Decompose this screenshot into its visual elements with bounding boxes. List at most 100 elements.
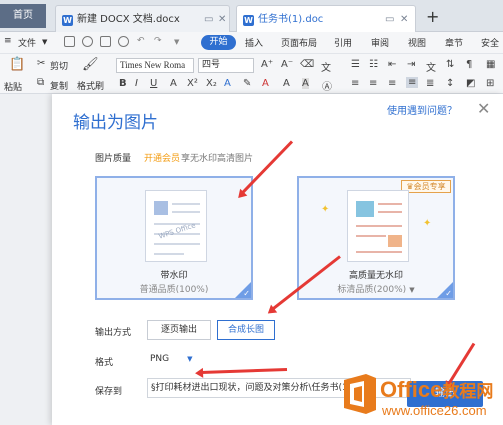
enclose-char-icon[interactable]: Ⓐ — [322, 78, 332, 93]
highlight-icon[interactable]: ✎ — [243, 78, 251, 89]
text-color-icon[interactable]: A — [262, 78, 269, 89]
align-center-icon[interactable]: ≡ — [369, 78, 377, 89]
print-icon[interactable] — [100, 36, 111, 47]
clear-format-icon[interactable]: ⌫ — [300, 59, 314, 70]
char-shading-icon[interactable]: A — [302, 78, 309, 89]
tab-document-1-label: 新建 DOCX 文档.docx — [77, 14, 180, 25]
format-painter-button[interactable]: 格式刷 — [77, 79, 104, 92]
menu-sections[interactable]: 章节 — [445, 36, 463, 49]
save-icon[interactable] — [64, 36, 75, 47]
option-hd-card[interactable]: ♛会员专享 ✦ ✦ 高质量无水印 标清品质(200%) ▼ ✓ — [297, 176, 455, 300]
format-value: PNG — [150, 354, 170, 364]
menu-page-layout[interactable]: 页面布局 — [281, 36, 317, 49]
font-color-icon[interactable]: A — [224, 78, 231, 89]
text-line — [172, 203, 200, 205]
bold-icon[interactable]: B — [119, 78, 127, 89]
chevron-down-icon[interactable]: ▼ — [187, 355, 192, 363]
help-link[interactable]: 使用遇到问题？ — [387, 102, 457, 117]
menu-references[interactable]: 引用 — [334, 36, 352, 49]
dialog-title: 输出为图片 — [73, 113, 158, 133]
tab-bar: 首页 W 新建 DOCX 文档.docx ▭ ✕ W 任务书(1).doc ▭ ✕ … — [0, 0, 503, 32]
distribute-icon[interactable]: ≣ — [426, 78, 434, 89]
chevron-down-icon[interactable]: ▼ — [174, 38, 179, 46]
align-right-icon[interactable]: ≡ — [388, 78, 396, 89]
italic-icon[interactable]: I — [135, 78, 138, 89]
export-pdf-icon[interactable] — [82, 36, 93, 47]
vip-link[interactable]: 开通会员 — [144, 151, 180, 164]
numbering-icon[interactable]: ☷ — [369, 59, 378, 70]
copy-icon[interactable]: ⧉ — [37, 77, 44, 88]
watermark-suffix: 教程网 — [442, 382, 494, 401]
phonetic-icon[interactable]: 文 — [321, 59, 331, 74]
tab-home[interactable]: 首页 — [0, 4, 46, 28]
borders-icon[interactable]: ⊞ — [486, 78, 494, 89]
check-icon: ✓ — [243, 289, 250, 298]
tab-document-1[interactable]: W 新建 DOCX 文档.docx ▭ ✕ — [55, 5, 230, 32]
vip-description: 享无水印高清图片 — [181, 154, 254, 164]
close-tab-icon[interactable]: ✕ — [218, 6, 226, 32]
bullets-icon[interactable]: ☰ — [351, 59, 360, 70]
new-tab-button[interactable]: + — [426, 7, 439, 26]
office-logo-icon — [344, 374, 376, 414]
cut-button[interactable]: 剪切 — [50, 59, 68, 72]
subscript-icon[interactable]: X₂ — [206, 78, 217, 89]
option-watermark-quality: 普通品质(100%) — [139, 285, 209, 295]
underline-icon[interactable]: U — [150, 78, 157, 89]
copy-button[interactable]: 复制 — [50, 79, 68, 92]
menu-insert[interactable]: 插入 — [245, 36, 263, 49]
decrease-indent-icon[interactable]: ⇤ — [388, 59, 396, 70]
chinese-layout-icon[interactable]: 文 — [426, 59, 436, 74]
vip-badge-label: 会员专享 — [413, 182, 446, 191]
paste-icon[interactable]: 📋 — [9, 57, 25, 72]
paste-label[interactable]: 粘贴 — [4, 80, 22, 93]
strikethrough-icon[interactable]: A — [170, 78, 177, 89]
restore-icon[interactable]: ▭ — [204, 6, 213, 32]
ribbon-toolbar: 📋 粘贴 ✂ 剪切 ⧉ 复制 🖌 格式刷 Times New Roma 四号 A… — [0, 54, 503, 94]
text-line — [356, 225, 402, 227]
chevron-down-icon[interactable]: ▼ — [409, 286, 414, 294]
long-image-button[interactable]: 合成长图 — [217, 320, 275, 340]
word-doc-icon: W — [62, 15, 73, 26]
hamburger-icon[interactable]: ≡ — [4, 36, 12, 46]
undo-icon[interactable]: ↶ — [137, 36, 145, 46]
font-size-select[interactable]: 四号 — [198, 58, 254, 73]
char-border-icon[interactable]: A — [283, 78, 290, 89]
table-icon[interactable]: ▦ — [486, 59, 495, 70]
sort-icon[interactable]: ⇅ — [446, 59, 454, 70]
show-marks-icon[interactable]: ¶ — [466, 59, 472, 70]
shrink-font-icon[interactable]: A⁻ — [281, 59, 293, 70]
text-line — [356, 235, 386, 237]
superscript-icon[interactable]: X² — [187, 78, 198, 89]
option-watermark-card[interactable]: WPS Office 带水印 普通品质(100%) ✓ — [95, 176, 253, 300]
menu-view[interactable]: 视图 — [408, 36, 426, 49]
close-icon[interactable]: ✕ — [477, 99, 490, 118]
menu-bar: ≡ 文件 ▼ ↶ ↷ ▼ 开始 插入 页面布局 引用 审阅 视图 章节 安全 — [0, 32, 503, 54]
shading-icon[interactable]: ◩ — [466, 78, 475, 89]
align-left-icon[interactable]: ≡ — [351, 78, 359, 89]
page-thumbnail: WPS Office — [145, 190, 207, 262]
quality-label: 图片质量 — [95, 154, 132, 164]
grow-font-icon[interactable]: A⁺ — [261, 59, 273, 70]
chevron-down-icon[interactable]: ▼ — [42, 38, 47, 46]
menu-start[interactable]: 开始 — [201, 35, 236, 50]
justify-icon[interactable]: ≡ — [406, 77, 419, 88]
menu-review[interactable]: 审阅 — [371, 36, 389, 49]
increase-indent-icon[interactable]: ⇥ — [407, 59, 415, 70]
tab-document-2[interactable]: W 任务书(1).doc ▭ ✕ — [236, 5, 416, 32]
menu-security[interactable]: 安全 — [481, 36, 499, 49]
watermark-url: www.office26.com — [382, 403, 487, 418]
single-page-button[interactable]: 逐页输出 — [147, 320, 211, 340]
restore-icon[interactable]: ▭ — [385, 6, 394, 32]
close-tab-icon[interactable]: ✕ — [400, 6, 408, 32]
menu-file[interactable]: 文件 — [18, 36, 36, 49]
preview-icon[interactable] — [118, 36, 129, 47]
word-doc-icon: W — [243, 15, 254, 26]
format-select[interactable]: PNG ▼ — [147, 350, 211, 368]
font-name-select[interactable]: Times New Roma — [116, 58, 194, 73]
page-thumbnail — [347, 190, 409, 262]
scissors-icon[interactable]: ✂ — [37, 58, 45, 69]
line-spacing-icon[interactable]: ↕ — [446, 78, 454, 89]
redo-icon[interactable]: ↷ — [154, 36, 162, 46]
format-painter-icon[interactable]: 🖌 — [82, 57, 99, 72]
image-placeholder-icon — [356, 201, 374, 217]
